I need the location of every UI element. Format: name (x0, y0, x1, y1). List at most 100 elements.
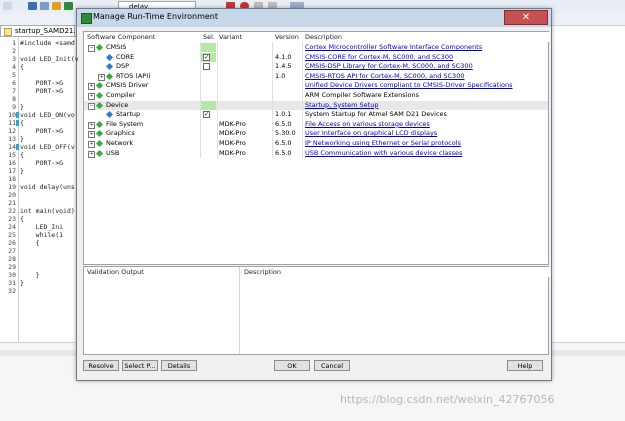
code-line[interactable]: void LED_ON(vo (20, 111, 75, 119)
details-button[interactable]: Details (161, 360, 197, 371)
component-row[interactable]: + Graphics MDK-Pro 5.30.0 User Interface on … (84, 129, 548, 139)
toolbar-icon[interactable] (64, 2, 73, 10)
sel-cell[interactable]: ✓ (201, 52, 216, 62)
expand-toggle-icon[interactable]: + (98, 73, 105, 81)
variant-cell[interactable] (219, 53, 271, 62)
code-line[interactable]: } (20, 271, 40, 279)
variant-cell[interactable]: MDK-Pro (219, 129, 271, 138)
variant-cell[interactable] (219, 110, 271, 119)
expand-toggle-icon[interactable]: + (88, 83, 95, 91)
variant-cell[interactable] (219, 62, 271, 71)
code-line[interactable]: } (20, 103, 24, 111)
validation-output-header[interactable]: Validation Output (84, 267, 240, 277)
variant-cell[interactable] (219, 101, 271, 110)
component-row[interactable]: CORE ✓ 4.1.0 CMSIS-CORE for Cortex-M, SC000… (84, 52, 548, 62)
sel-cell[interactable] (201, 91, 216, 100)
component-row[interactable]: − CMSIS Cortex Microcontroller Software In… (84, 43, 548, 52)
code-line[interactable]: { (20, 239, 40, 247)
toolbar-icon[interactable] (52, 2, 61, 10)
resolve-button[interactable]: Resolve (83, 360, 119, 371)
description-cell[interactable]: IP Networking using Ethernet or Serial p… (305, 139, 547, 148)
description-cell[interactable]: Cortex Microcontroller Software Interfac… (305, 43, 547, 52)
description-cell[interactable]: Unified Device Drivers compliant to CMSI… (305, 81, 547, 90)
code-line[interactable]: LED_Ini (20, 223, 63, 231)
col-header-variant[interactable]: Variant (217, 32, 274, 42)
variant-cell[interactable] (219, 43, 271, 52)
description-cell[interactable]: File Access on various storage devices (305, 120, 547, 129)
expand-toggle-icon[interactable]: + (88, 150, 95, 158)
sel-cell[interactable] (201, 62, 216, 71)
validation-description-header[interactable]: Description (241, 267, 551, 277)
expand-toggle-icon[interactable]: − (88, 45, 95, 52)
expand-toggle-icon[interactable]: + (88, 121, 95, 129)
toolbar-icon[interactable] (28, 2, 37, 10)
ok-button[interactable]: OK (274, 360, 310, 371)
code-line[interactable]: void delay(uns (20, 183, 75, 191)
variant-cell[interactable] (219, 72, 271, 81)
toolbar-icon[interactable] (3, 2, 12, 10)
description-cell[interactable]: User Interface on graphical LCD displays (305, 129, 547, 138)
code-line[interactable]: while(1 (20, 231, 63, 239)
component-row[interactable]: + Network MDK-Pro 6.5.0 IP Networking using … (84, 139, 548, 148)
sel-cell[interactable] (201, 139, 216, 148)
code-line[interactable]: PORT->G (20, 87, 63, 95)
component-row[interactable]: + File System MDK-Pro 6.5.0 File Access on v… (84, 120, 548, 129)
component-row[interactable]: + USB MDK-Pro 6.5.0 USB Communication with v… (84, 149, 548, 158)
help-button[interactable]: Help (507, 360, 543, 371)
code-line[interactable]: { (20, 63, 24, 71)
description-cell[interactable]: CMSIS-CORE for Cortex-M, SC000, and SC30… (305, 53, 547, 62)
expand-toggle-icon[interactable]: + (88, 131, 95, 139)
component-row[interactable]: DSP 1.4.5 CMSIS-DSP Library for Cortex-M, … (84, 62, 548, 71)
code-line[interactable]: } (20, 135, 24, 143)
expand-toggle-icon[interactable]: − (88, 102, 95, 110)
sel-cell[interactable] (201, 100, 216, 110)
code-line[interactable]: int main(void) (20, 207, 75, 215)
sel-cell[interactable] (201, 129, 216, 138)
code-line[interactable]: PORT->G (20, 127, 63, 135)
description-cell[interactable]: CMSIS-DSP Library for Cortex-M, SC000, a… (305, 62, 547, 71)
description-cell[interactable]: CMSIS-RTOS API for Cortex-M, SC000, and … (305, 72, 547, 81)
code-line[interactable]: #include <samd (20, 39, 75, 47)
description-cell[interactable]: USB Communication with various device cl… (305, 149, 547, 158)
code-line[interactable]: } (20, 279, 24, 287)
col-header-description[interactable]: Description (303, 32, 550, 42)
code-line[interactable]: { (20, 215, 24, 223)
variant-cell[interactable] (219, 91, 271, 100)
close-button[interactable]: ✕ (504, 10, 548, 25)
cancel-button[interactable]: Cancel (314, 360, 350, 371)
variant-cell[interactable]: MDK-Pro (219, 139, 271, 148)
select-packs-button[interactable]: Select P... (122, 360, 158, 371)
select-checkbox[interactable]: ✓ (203, 53, 210, 61)
component-row[interactable]: + RTOS (API) 1.0 CMSIS-RTOS API for Cortex-… (84, 72, 548, 81)
component-row[interactable]: Startup ✓ 1.0.1 System Startup for Atmel SA… (84, 110, 548, 119)
dialog-titlebar[interactable]: Manage Run-Time Environment ✕ (77, 9, 551, 27)
sel-cell[interactable] (201, 81, 216, 90)
sel-cell[interactable] (201, 43, 216, 52)
component-row[interactable]: − Device Startup, System Setup (84, 100, 548, 110)
toolbar-icon[interactable] (40, 2, 49, 10)
expand-toggle-icon[interactable]: + (88, 141, 95, 148)
col-header-sel[interactable]: Sel. (201, 32, 218, 42)
sel-cell[interactable] (201, 149, 216, 158)
description-cell[interactable]: Startup, System Setup (305, 101, 547, 110)
variant-cell[interactable] (219, 81, 271, 90)
variant-cell[interactable]: MDK-Pro (219, 149, 271, 158)
sel-cell[interactable] (201, 72, 216, 81)
component-row[interactable]: + CMSIS Driver Unified Device Drivers comp… (84, 81, 548, 91)
component-row[interactable]: + Compiler ARM Compiler Software Extension… (84, 91, 548, 100)
sel-cell[interactable] (201, 120, 216, 129)
code-line[interactable]: PORT->G (20, 159, 63, 167)
editor-tab[interactable]: startup_SAMD21.c (0, 25, 79, 36)
code-line[interactable]: { (20, 119, 24, 127)
select-checkbox[interactable]: ✓ (203, 111, 210, 119)
col-header-component[interactable]: Software Component (84, 32, 202, 42)
col-header-version[interactable]: Version (273, 32, 304, 42)
code-line[interactable]: PORT->G (20, 79, 63, 87)
code-line[interactable]: { (20, 151, 24, 159)
code-line[interactable]: void LED_OFF(v (20, 143, 75, 151)
variant-cell[interactable]: MDK-Pro (219, 120, 271, 129)
code-line[interactable]: void LED_Init(v (20, 55, 79, 63)
sel-cell[interactable]: ✓ (201, 110, 216, 119)
code-line[interactable]: } (20, 167, 24, 175)
expand-toggle-icon[interactable]: + (88, 93, 95, 100)
